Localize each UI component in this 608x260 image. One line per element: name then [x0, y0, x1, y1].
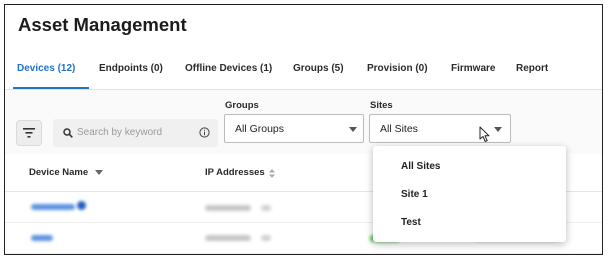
sites-dropdown-menu: All Sites Site 1 Test [373, 146, 566, 242]
groups-label: Groups [225, 100, 259, 111]
info-icon[interactable] [199, 127, 210, 138]
tab-endpoints[interactable]: Endpoints (0) [99, 63, 163, 74]
active-tab-indicator [13, 87, 89, 89]
tab-bar: Devices (12) Endpoints (0) Offline Devic… [5, 59, 602, 90]
tab-groups[interactable]: Groups (5) [293, 63, 344, 74]
page-title: Asset Management [18, 14, 187, 35]
filter-button[interactable] [16, 120, 42, 146]
column-ip-addresses[interactable]: IP Addresses [205, 167, 265, 178]
tab-devices[interactable]: Devices (12) [17, 63, 75, 74]
search-input[interactable]: Search by keyword [53, 119, 218, 147]
search-icon [63, 128, 73, 138]
sort-icon[interactable] [269, 169, 275, 178]
tab-provision[interactable]: Provision (0) [367, 63, 428, 74]
tab-offline-devices[interactable]: Offline Devices (1) [185, 63, 272, 74]
device-name-link[interactable] [31, 204, 75, 210]
sort-down-icon[interactable] [95, 170, 103, 176]
tab-report[interactable]: Report [516, 63, 548, 74]
ip-chevron [261, 235, 271, 241]
ip-chevron [261, 205, 271, 211]
groups-select-value: All Groups [235, 123, 285, 135]
app-window: Asset Management Devices (12) Endpoints … [4, 4, 603, 255]
search-placeholder: Search by keyword [77, 127, 163, 138]
ip-address [205, 235, 251, 241]
status-dot [77, 201, 86, 210]
chevron-down-icon [494, 127, 502, 132]
chevron-down-icon [349, 127, 357, 132]
tab-firmware[interactable]: Firmware [451, 63, 495, 74]
ip-address [205, 205, 251, 211]
mouse-pointer-icon [479, 126, 490, 142]
dropdown-option-all-sites[interactable]: All Sites [401, 161, 440, 172]
sites-label: Sites [370, 100, 393, 111]
column-device-name[interactable]: Device Name [29, 167, 88, 178]
groups-select[interactable]: All Groups [224, 114, 364, 143]
device-name-link[interactable] [31, 235, 53, 241]
dropdown-option-test[interactable]: Test [401, 217, 421, 228]
sites-select-value: All Sites [380, 123, 418, 135]
dropdown-option-site-1[interactable]: Site 1 [401, 189, 428, 200]
filter-icon [23, 128, 35, 138]
